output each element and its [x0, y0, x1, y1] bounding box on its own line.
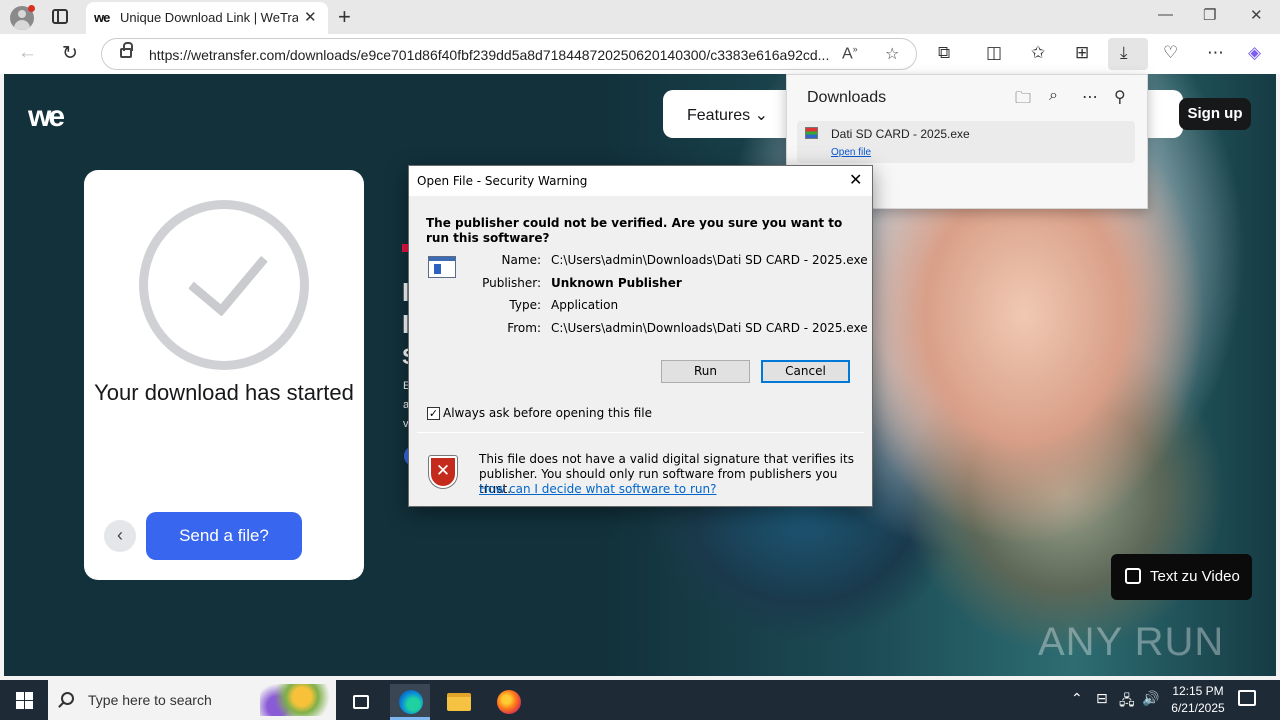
new-tab-icon[interactable]: +	[338, 4, 351, 30]
type-value: Application	[551, 298, 619, 312]
decide-software-link[interactable]: How can I decide what software to run?	[479, 482, 716, 496]
send-file-button[interactable]: Send a file?	[146, 512, 302, 560]
text-to-video-label: Text zu Video	[1150, 568, 1240, 585]
dialog-title: Open File - Security Warning	[417, 174, 588, 188]
publisher-label: Publisher:	[482, 276, 541, 290]
favorites-icon[interactable]: ✩	[1031, 43, 1045, 63]
tab-actions-icon[interactable]	[52, 9, 68, 24]
security-warning-dialog: Open File - Security Warning ✕ The publi…	[408, 165, 873, 507]
download-item[interactable]: Dati SD CARD - 2025.exe Open file	[797, 121, 1135, 163]
download-filename: Dati SD CARD - 2025.exe	[831, 127, 970, 141]
taskbar-search-box[interactable]: Type here to search	[48, 680, 336, 720]
tab-close-icon[interactable]: ✕	[304, 8, 317, 26]
taskbar-firefox-button[interactable]	[488, 684, 528, 720]
open-folder-icon[interactable]: 🗀	[1015, 87, 1031, 114]
from-value: C:\Users\admin\Downloads\Dati SD CARD - …	[551, 321, 868, 335]
downloads-title: Downloads	[807, 89, 887, 106]
window-close-icon[interactable]: ✕	[1250, 6, 1263, 24]
tray-chevron-icon[interactable]: ⌃	[1071, 690, 1083, 707]
notifications-icon[interactable]	[1238, 690, 1256, 706]
run-button[interactable]: Run	[661, 360, 750, 383]
clock-date: 6/21/2025	[1171, 701, 1225, 715]
security-shield-icon: ✕	[429, 456, 457, 488]
favorite-star-icon[interactable]: ☆	[885, 44, 899, 64]
search-highlight-image	[260, 684, 330, 716]
more-options-icon[interactable]: ⋯	[1082, 87, 1098, 107]
success-ring	[139, 200, 309, 370]
browser-essentials-icon[interactable]: ♡	[1163, 43, 1178, 63]
taskbar-clock[interactable]: 12:15 PM 6/21/2025	[1162, 683, 1234, 717]
browser-tabbar: we Unique Download Link | WeTransfer ✕ +…	[0, 0, 1280, 34]
nav-features-dropdown[interactable]: Features ⌄	[687, 105, 768, 125]
dialog-titlebar[interactable]: Open File - Security Warning ✕	[409, 166, 872, 196]
minimize-icon[interactable]: —	[1158, 6, 1173, 23]
sign-up-button[interactable]: Sign up	[1179, 98, 1251, 130]
volume-icon[interactable]: 🔊	[1142, 690, 1159, 707]
copilot-icon[interactable]: ◈	[1248, 43, 1261, 63]
from-label: From:	[507, 321, 541, 335]
address-bar[interactable]: https://wetransfer.com/downloads/e9ce701…	[101, 38, 917, 70]
video-edit-icon	[1125, 568, 1141, 584]
more-menu-icon[interactable]: ⋯	[1207, 43, 1224, 63]
download-started-heading: Your download has started	[94, 380, 354, 405]
clock-time: 12:15 PM	[1172, 684, 1224, 698]
profile-notification-dot	[28, 5, 35, 12]
edge-icon	[399, 690, 423, 714]
extensions-puzzle-icon[interactable]: ⧉	[938, 43, 950, 63]
windows-start-icon[interactable]	[16, 692, 33, 709]
download-arrow-icon[interactable]: ⤓	[1120, 43, 1128, 63]
task-view-icon	[353, 695, 369, 709]
lock-icon[interactable]	[120, 42, 133, 58]
browser-toolbar: ← ↻ https://wetransfer.com/downloads/e9c…	[0, 34, 1280, 74]
checkmark-icon	[188, 233, 268, 317]
tab-title: Unique Download Link | WeTransfer	[120, 10, 298, 25]
restore-icon[interactable]: ❐	[1203, 6, 1216, 24]
publisher-question: The publisher could not be verified. Are…	[426, 216, 843, 245]
collections-icon[interactable]: ⊞	[1075, 43, 1089, 63]
network-icon[interactable]: 🖧	[1119, 690, 1135, 714]
pin-icon[interactable]: ⚲	[1114, 87, 1126, 107]
firefox-icon	[497, 690, 521, 714]
back-chevron-button[interactable]: ‹	[104, 520, 136, 552]
dialog-close-icon[interactable]: ✕	[849, 170, 862, 189]
browser-tab-active[interactable]: we Unique Download Link | WeTransfer ✕	[86, 2, 328, 34]
name-value: C:\Users\admin\Downloads\Dati SD CARD - …	[551, 253, 868, 267]
exe-file-icon	[805, 127, 818, 139]
task-view-button[interactable]	[340, 684, 380, 720]
search-icon[interactable]: ⌕	[1049, 87, 1058, 105]
url-text[interactable]: https://wetransfer.com/downloads/e9ce701…	[149, 47, 829, 63]
back-arrow-icon[interactable]: ←	[18, 42, 37, 64]
publisher-value: Unknown Publisher	[551, 276, 682, 290]
taskbar-explorer-button[interactable]	[438, 684, 478, 720]
name-label: Name:	[501, 253, 541, 267]
search-placeholder: Type here to search	[88, 692, 212, 708]
file-explorer-icon	[447, 693, 471, 711]
taskbar-edge-button[interactable]	[390, 684, 430, 720]
read-aloud-icon[interactable]: A»	[842, 44, 858, 63]
open-file-link[interactable]: Open file	[831, 147, 871, 158]
windows-taskbar: Type here to search ⌃ ⊟ 🖧 🔊 12:15 PM 6/2…	[0, 680, 1280, 720]
downloads-button-highlight[interactable]	[1108, 38, 1148, 70]
anyrun-watermark: ANY RUN	[1038, 620, 1225, 664]
reload-icon[interactable]: ↻	[62, 42, 78, 65]
type-label: Type:	[509, 298, 541, 312]
dialog-separator	[417, 432, 864, 433]
always-ask-checkbox[interactable]: ✓	[427, 407, 440, 420]
wetransfer-favicon-icon: we	[94, 10, 110, 25]
split-screen-icon[interactable]: ◫	[986, 43, 1002, 63]
wetransfer-logo[interactable]: we	[28, 100, 65, 134]
text-to-video-button[interactable]: Text zu Video	[1111, 554, 1252, 600]
cancel-button[interactable]: Cancel	[761, 360, 850, 383]
always-ask-label[interactable]: Always ask before opening this file	[443, 406, 652, 420]
search-icon	[61, 692, 74, 705]
download-status-card: Your download has started ‹ Send a file?	[84, 170, 364, 580]
tray-device-icon[interactable]: ⊟	[1096, 690, 1108, 707]
